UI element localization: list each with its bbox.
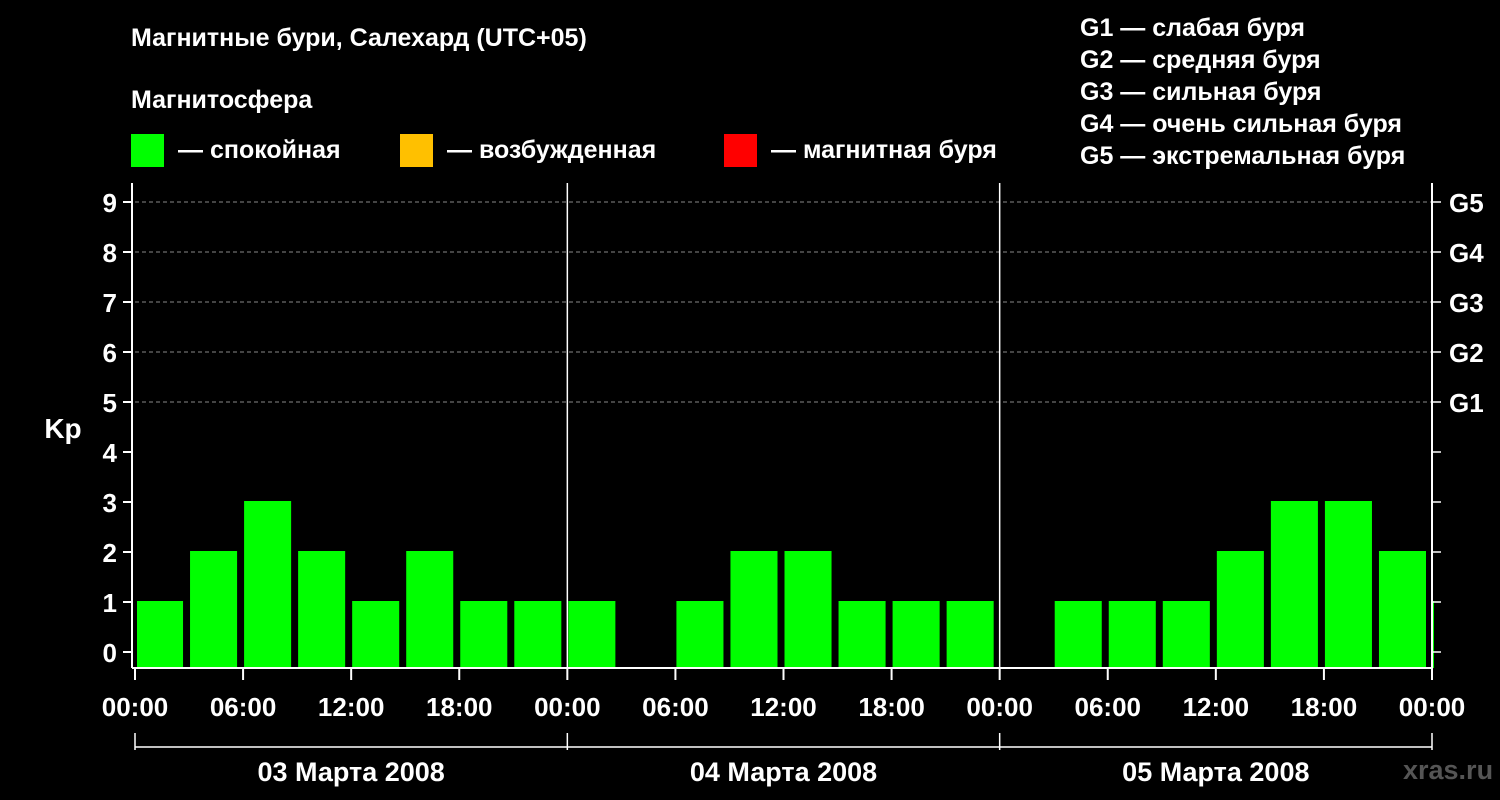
x-tick-label: 12:00 [318,692,385,722]
kp-bar [730,551,778,668]
y-axis-label: Kp [44,413,81,444]
y2-tick-label: G5 [1449,188,1484,218]
x-tick-label: 00:00 [1399,692,1466,722]
x-tick-label: 06:00 [642,692,709,722]
y-tick-label: 3 [103,488,117,518]
kp-bar [460,601,508,668]
kp-bar [1108,601,1156,668]
kp-bar [1162,601,1210,668]
kp-bar [1324,501,1372,668]
kp-bar [406,551,454,668]
kp-bar [137,601,184,668]
x-tick-label: 12:00 [1183,692,1250,722]
kp-bar [838,601,886,668]
day-label: 05 Марта 2008 [1122,757,1309,787]
day-label: 03 Марта 2008 [258,757,445,787]
x-tick-label: 18:00 [858,692,925,722]
y-tick-label: 4 [103,438,118,468]
watermark: xras.ru [1403,755,1494,785]
y-tick-label: 8 [103,238,117,268]
kp-bar [784,551,832,668]
kp-bar [190,551,238,668]
kp-bar [1270,501,1318,668]
kp-bar [298,551,346,668]
y-tick-label: 9 [103,188,117,218]
x-tick-label: 12:00 [750,692,817,722]
kp-bar [892,601,940,668]
y-tick-label: 1 [103,588,117,618]
x-tick-label: 06:00 [210,692,277,722]
kp-bar [1433,601,1434,668]
y-tick-label: 5 [103,388,117,418]
kp-bar [676,601,724,668]
kp-bar [1378,551,1426,668]
x-tick-label: 06:00 [1075,692,1142,722]
y-tick-label: 7 [103,288,117,318]
kp-bar [244,501,292,668]
y-tick-label: 0 [103,638,117,668]
x-tick-label: 18:00 [426,692,493,722]
x-tick-label: 00:00 [102,692,169,722]
kp-bar [1216,551,1264,668]
y2-tick-label: G3 [1449,288,1484,318]
kp-bar [352,601,400,668]
day-label: 04 Марта 2008 [690,757,877,787]
y-tick-label: 2 [103,538,117,568]
kp-bar [568,601,616,668]
kp-bar [946,601,994,668]
x-tick-label: 00:00 [966,692,1033,722]
x-tick-label: 18:00 [1291,692,1358,722]
kp-bar [514,601,562,668]
kp-bar [1054,601,1102,668]
y-tick-label: 6 [103,338,117,368]
y2-tick-label: G2 [1449,338,1484,368]
x-tick-label: 00:00 [534,692,601,722]
y2-tick-label: G4 [1449,238,1484,268]
y2-tick-label: G1 [1449,388,1484,418]
kp-chart: 0 1 2 3 4 5 6 7 8 9 G1 G2 G3 G4 G5 Kp 00:00 06:00 12:00 18:… [44,183,1484,787]
